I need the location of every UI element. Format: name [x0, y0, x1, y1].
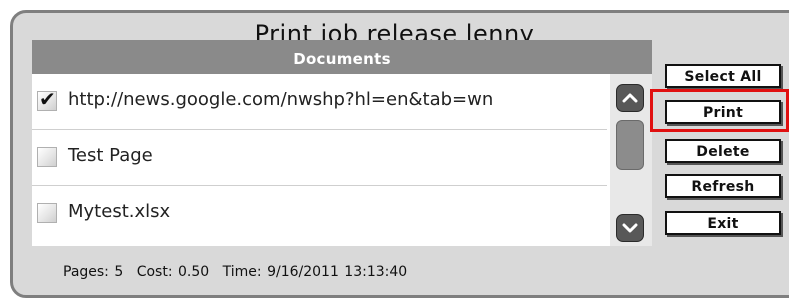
- checkmark-icon: ✔: [39, 87, 56, 111]
- job-status: Pages: 5 Cost: 0.50 Time: 9/16/2011 13:1…: [63, 264, 415, 280]
- select-all-button[interactable]: Select All: [665, 64, 781, 88]
- list-item[interactable]: ✔ http://news.google.com/nwshp?hl=en&tab…: [32, 74, 607, 130]
- list-item[interactable]: Mytest.xlsx: [32, 186, 607, 242]
- document-checkbox[interactable]: [37, 147, 57, 167]
- exit-button[interactable]: Exit: [665, 211, 781, 235]
- refresh-button[interactable]: Refresh: [665, 174, 781, 198]
- document-name: Mytest.xlsx: [68, 201, 171, 222]
- time-value: Time: 9/16/2011 13:13:40: [222, 264, 408, 280]
- cost-value: Cost: 0.50: [136, 264, 210, 280]
- list-item[interactable]: Test Page: [32, 130, 607, 186]
- scroll-thumb[interactable]: [616, 120, 644, 170]
- document-rows: ✔ http://news.google.com/nwshp?hl=en&tab…: [32, 74, 607, 242]
- document-checkbox[interactable]: ✔: [37, 87, 57, 111]
- document-name: Test Page: [68, 145, 153, 166]
- documents-list: Documents ✔ http://news.google.com/nwshp…: [32, 40, 652, 246]
- list-scrollbar[interactable]: [610, 74, 652, 246]
- delete-button[interactable]: Delete: [665, 139, 781, 163]
- chevron-up-icon: [622, 93, 638, 103]
- documents-header: Documents: [32, 40, 652, 74]
- chevron-down-icon: [622, 223, 638, 233]
- scroll-up-button[interactable]: [616, 84, 644, 112]
- document-name: http://news.google.com/nwshp?hl=en&tab=w…: [68, 89, 494, 110]
- pages-count: Pages: 5: [63, 264, 124, 280]
- documents-header-label: Documents: [293, 50, 391, 68]
- document-checkbox[interactable]: [37, 203, 57, 223]
- print-button[interactable]: Print: [665, 100, 781, 124]
- scroll-down-button[interactable]: [616, 214, 644, 242]
